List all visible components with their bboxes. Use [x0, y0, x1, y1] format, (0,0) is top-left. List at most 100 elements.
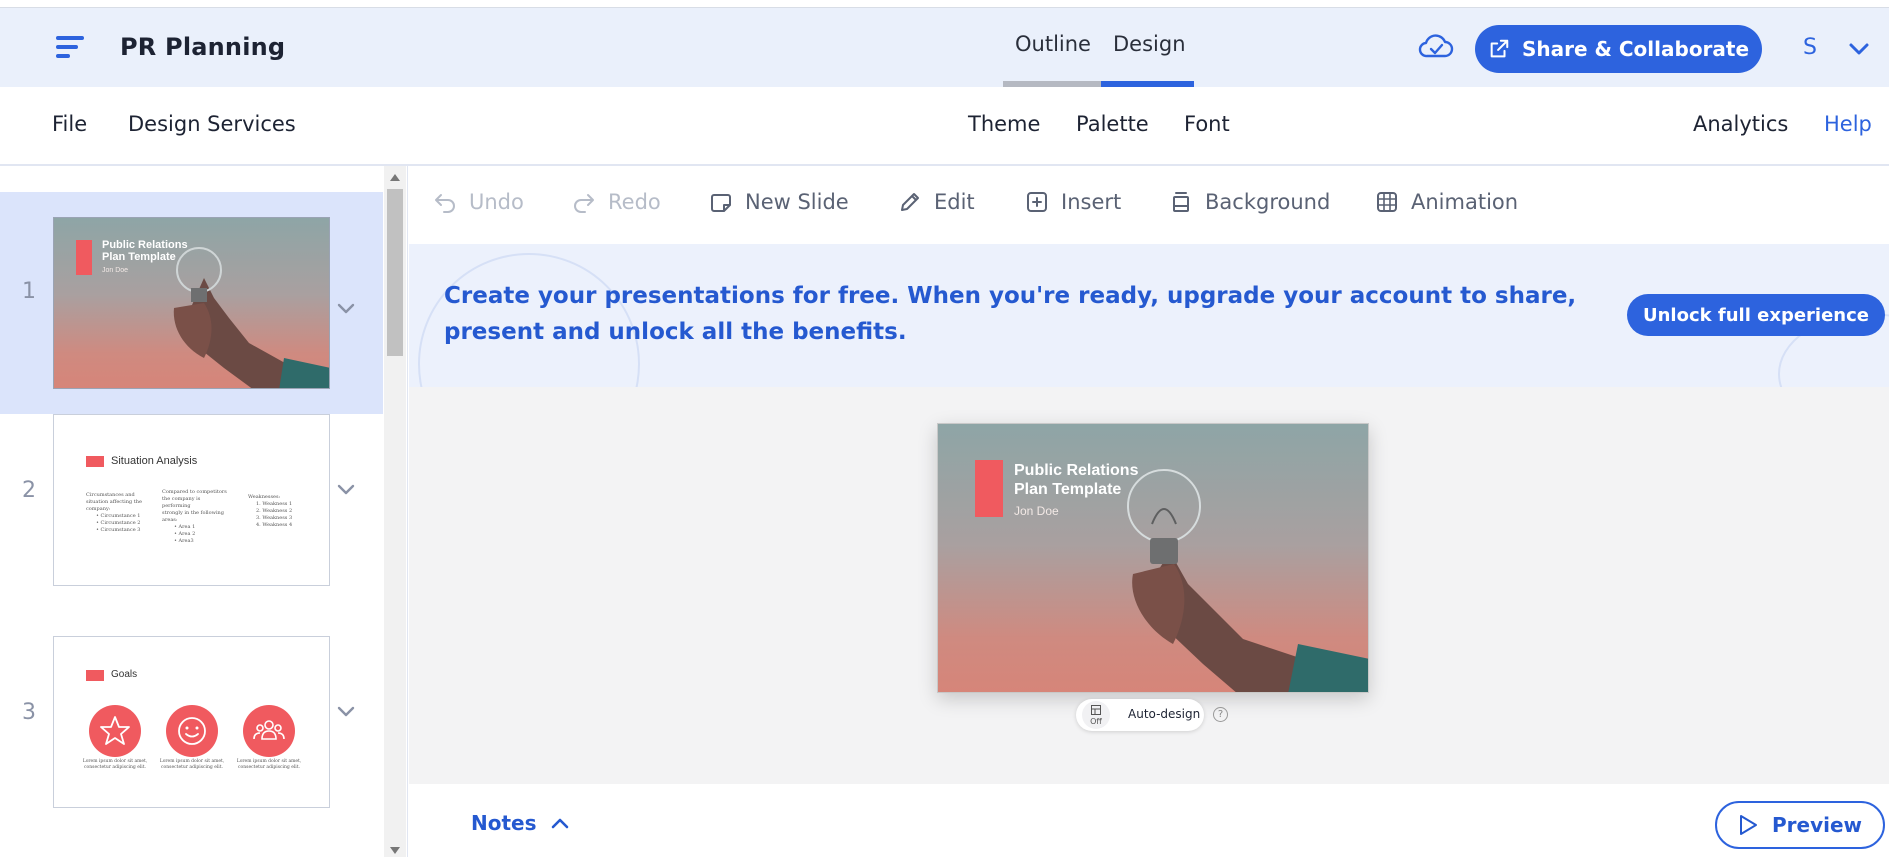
slide-list-scrollbar[interactable]: [384, 166, 406, 857]
auto-design-label: Auto-design: [1128, 707, 1201, 721]
unlock-full-experience-button[interactable]: Unlock full experience: [1627, 294, 1885, 336]
scrollbar-thumb[interactable]: [387, 189, 403, 356]
editor-toolbar: Undo Redo New Slide Edit Insert Backgrou…: [409, 168, 1889, 244]
slide-item-2[interactable]: 2 Situation Analysis Circumstances and si…: [0, 414, 383, 636]
undo-button[interactable]: Undo: [433, 190, 524, 214]
tab-design[interactable]: Design: [1113, 32, 1186, 56]
new-slide-button[interactable]: New Slide: [709, 190, 849, 214]
animation-button[interactable]: Animation: [1375, 190, 1518, 214]
insert-label: Insert: [1061, 190, 1122, 214]
layout-icon: [1091, 705, 1101, 715]
top-bar: PR Planning Outline Design Share & Colla…: [0, 7, 1889, 87]
title-accent-bar: [86, 670, 104, 681]
menu-analytics[interactable]: Analytics: [1693, 112, 1788, 136]
new-slide-label: New Slide: [745, 190, 849, 214]
menu-file[interactable]: File: [52, 112, 87, 136]
menu-theme[interactable]: Theme: [968, 112, 1040, 136]
slide-canvas: Public Relations Plan Template Jon Doe O…: [409, 387, 1889, 784]
upgrade-banner: Create your presentations for free. When…: [409, 244, 1889, 387]
chevron-down-icon[interactable]: [336, 484, 356, 496]
thumb-column-2: Compared to competitors the company is pe…: [162, 489, 227, 544]
slide-number: 3: [22, 700, 36, 725]
undo-label: Undo: [469, 190, 524, 214]
preview-label: Preview: [1771, 813, 1863, 837]
upgrade-message: Create your presentations for free. When…: [444, 283, 1577, 345]
slide-thumbnail-2[interactable]: Situation Analysis Circumstances and situ…: [53, 414, 330, 586]
share-collaborate-button[interactable]: Share & Collaborate: [1475, 25, 1762, 73]
document-title[interactable]: PR Planning: [120, 33, 285, 61]
slide-item-1[interactable]: 1 Public Relations Plan Template Jon Doe: [0, 192, 383, 414]
play-icon: [1739, 815, 1757, 835]
thumb-title-line2: Plan Template: [102, 251, 176, 263]
scroll-up-arrow-icon[interactable]: [390, 174, 400, 181]
share-button-label: Share & Collaborate: [1521, 37, 1750, 61]
slide-list-panel: 1 Public Relations Plan Template Jon Doe…: [0, 166, 408, 857]
background-button[interactable]: Background: [1169, 190, 1330, 214]
slide-number: 1: [22, 279, 36, 304]
lightbulb-hand-illustration: [173, 247, 329, 388]
current-slide[interactable]: Public Relations Plan Template Jon Doe: [937, 423, 1369, 693]
menu-help[interactable]: Help: [1824, 112, 1872, 136]
slide-number: 2: [22, 478, 36, 503]
external-link-icon: [1490, 39, 1509, 58]
slide-title[interactable]: Public Relations Plan Template: [1014, 461, 1138, 499]
auto-design-state: Off: [1090, 717, 1102, 726]
notes-label: Notes: [471, 811, 537, 835]
new-slide-icon: [711, 194, 731, 212]
menu-bar: File Design Services Theme Palette Font …: [0, 87, 1889, 166]
background-icon: [1173, 192, 1189, 212]
thumb-caption-1: Lorem ipsum dolor sit amet, consectetur a…: [82, 759, 148, 770]
team-icon: [243, 705, 295, 757]
menu-palette[interactable]: Palette: [1076, 112, 1149, 136]
preview-button[interactable]: Preview: [1715, 801, 1885, 849]
auto-design-control[interactable]: Off Auto-design: [1076, 699, 1204, 731]
animation-icon: [1377, 192, 1397, 212]
lightbulb-photo: [54, 218, 329, 388]
slide-item-3[interactable]: 3 Goals Lorem ipsum dolor sit amet, cons…: [0, 636, 383, 857]
thumb-title: Goals: [111, 669, 138, 680]
thumb-title: Situation Analysis: [111, 455, 198, 467]
thumb-author: Jon Doe: [102, 267, 129, 274]
slide-title-line2: Plan Template: [1014, 481, 1122, 498]
edit-label: Edit: [934, 190, 975, 214]
background-label: Background: [1205, 190, 1331, 214]
thumb-caption-2: Lorem ipsum dolor sit amet, consectetur a…: [159, 759, 225, 770]
slide-thumbnail-3[interactable]: Goals Lorem ipsum dolor sit amet, consec…: [53, 636, 330, 808]
animation-label: Animation: [1411, 190, 1519, 214]
redo-label: Redo: [608, 190, 661, 214]
slide-author[interactable]: Jon Doe: [1014, 504, 1059, 518]
thumb-caption-3: Lorem ipsum dolor sit amet, consectetur a…: [236, 759, 302, 770]
smiley-icon: [166, 705, 218, 757]
auto-design-toggle[interactable]: Off: [1082, 701, 1110, 729]
chevron-down-icon[interactable]: [1848, 42, 1870, 56]
title-accent-bar: [975, 460, 1003, 517]
title-accent-bar: [86, 456, 104, 467]
pencil-icon: [901, 193, 919, 211]
thumb-column-1: Circumstances and situation affecting the…: [86, 492, 142, 533]
notes-toggle[interactable]: Notes: [471, 811, 569, 835]
redo-icon: [574, 194, 594, 213]
hamburger-icon[interactable]: [56, 36, 86, 62]
chevron-down-icon[interactable]: [336, 706, 356, 718]
thumb-title-line1: Public Relations: [102, 239, 188, 251]
undo-icon: [435, 194, 455, 213]
insert-button[interactable]: Insert: [1025, 190, 1121, 214]
title-accent-bar: [76, 240, 92, 275]
redo-button[interactable]: Redo: [572, 190, 661, 214]
scroll-down-arrow-icon[interactable]: [390, 847, 400, 854]
slide-title-line1: Public Relations: [1014, 462, 1139, 479]
menu-font[interactable]: Font: [1184, 112, 1230, 136]
chevron-up-icon: [551, 818, 568, 829]
tab-outline[interactable]: Outline: [1015, 32, 1091, 56]
user-avatar[interactable]: S: [1803, 35, 1817, 60]
chevron-down-icon[interactable]: [336, 303, 356, 315]
slide-thumbnail-1[interactable]: Public Relations Plan Template Jon Doe: [53, 217, 330, 389]
menu-design-services[interactable]: Design Services: [128, 112, 296, 136]
edit-button[interactable]: Edit: [898, 190, 975, 214]
help-icon[interactable]: ?: [1213, 707, 1228, 722]
cloud-check-icon[interactable]: [1418, 32, 1454, 62]
plus-square-icon: [1027, 192, 1047, 212]
app-window: PR Planning Outline Design Share & Colla…: [0, 0, 1889, 857]
star-icon: [89, 705, 141, 757]
thumb-column-3: Weaknesses: 1. Weakness 1 2. Weakness 2 3.…: [248, 494, 293, 528]
